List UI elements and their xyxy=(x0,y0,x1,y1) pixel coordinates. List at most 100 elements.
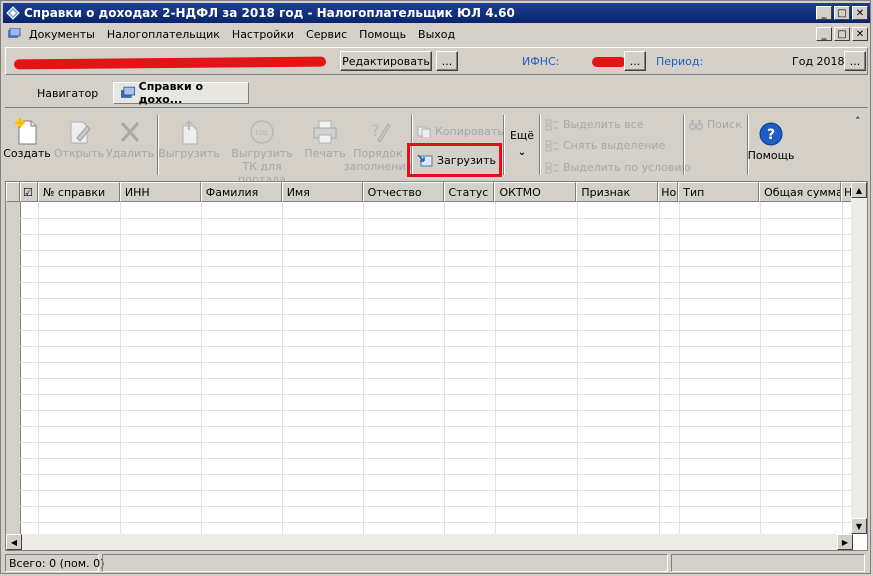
tab-bar: Навигатор Справки о дохо... xyxy=(5,79,868,108)
menu-documents[interactable]: Документы xyxy=(23,28,101,41)
gosuslugi-icon: ГОС xyxy=(250,120,274,144)
toolbar-separator xyxy=(683,115,685,175)
create-button[interactable]: Создать xyxy=(3,117,51,160)
scroll-down-button[interactable]: ▼ xyxy=(851,518,867,534)
grid-column-line xyxy=(760,202,761,550)
documents-tab-icon xyxy=(120,86,136,98)
help-circle-icon: ? xyxy=(759,122,783,146)
select-all-button[interactable]: Выделить все xyxy=(545,118,643,131)
grid-row-line xyxy=(20,506,855,507)
mdi-close-button[interactable]: ✕ xyxy=(852,27,868,41)
help-pencil-icon: ? xyxy=(371,121,391,143)
title-bar: Справки о доходах 2-НДФЛ за 2018 год - Н… xyxy=(3,3,870,23)
horizontal-scrollbar[interactable]: ◀ ▶ xyxy=(6,534,853,550)
col-inn[interactable]: ИНН xyxy=(119,182,201,202)
scroll-up-button[interactable]: ▲ xyxy=(851,182,867,198)
close-button[interactable]: ✕ xyxy=(852,6,868,20)
col-type[interactable]: Тип xyxy=(678,182,760,202)
copy-label: Копировать xyxy=(435,125,504,138)
fill-order-button[interactable]: ? Порядок заполнения xyxy=(344,117,412,173)
select-all-checkbox[interactable]: ☑ xyxy=(19,182,38,202)
deselect-label: Снять выделение xyxy=(563,139,666,152)
row-selector-header xyxy=(6,182,20,202)
menu-bar: Документы Налогоплательщик Настройки Сер… xyxy=(3,25,870,43)
scroll-right-button[interactable]: ▶ xyxy=(837,534,853,550)
delete-x-icon xyxy=(120,122,140,142)
deselect-icon xyxy=(545,140,558,151)
grid-column-line xyxy=(679,202,680,550)
col-oktmo[interactable]: ОКТМО xyxy=(494,182,577,202)
grid-row-line xyxy=(20,522,855,523)
table-header: ☑ № справки ИНН Фамилия Имя Отчество Ста… xyxy=(6,182,856,202)
col-surname[interactable]: Фамилия xyxy=(200,182,282,202)
menu-help[interactable]: Помощь xyxy=(353,28,412,41)
grid-row-line xyxy=(20,298,855,299)
grid-column-line xyxy=(282,202,283,550)
edit-taxpayer-button[interactable]: Редактировать xyxy=(340,51,432,71)
select-by-condition-label: Выделить по условию xyxy=(563,161,691,174)
grid-row-line xyxy=(20,218,855,219)
period-label: Период: xyxy=(656,55,704,68)
export-button[interactable]: Выгрузить xyxy=(158,117,220,160)
export-tk-button[interactable]: ГОС Выгрузить ТК для портала xyxy=(219,117,305,186)
col-status[interactable]: Статус xyxy=(443,182,495,202)
minimize-button[interactable]: _ xyxy=(816,6,832,20)
app-icon xyxy=(6,6,20,20)
mdi-restore-button[interactable]: □ xyxy=(834,27,850,41)
help-label: Помощь xyxy=(747,149,795,162)
status-panel-middle xyxy=(102,554,668,572)
col-total-income[interactable]: Общая сумма д xyxy=(759,182,842,202)
search-button[interactable]: Поиск xyxy=(689,118,742,131)
tab-navigator[interactable]: Навигатор xyxy=(13,82,109,104)
ifns-label: ИФНС: xyxy=(522,55,560,68)
grid-column-line xyxy=(201,202,202,550)
export-label: Выгрузить xyxy=(158,147,220,160)
col-cert-number[interactable]: № справки xyxy=(37,182,120,202)
print-button[interactable]: Печать xyxy=(303,117,347,160)
col-name[interactable]: Имя xyxy=(281,182,363,202)
vertical-scrollbar[interactable]: ▲ ▼ xyxy=(851,182,867,534)
col-number[interactable]: Ном xyxy=(658,182,679,202)
menu-service[interactable]: Сервис xyxy=(300,28,353,41)
help-button[interactable]: ? Помощь xyxy=(747,119,795,162)
main-window: Справки о доходах 2-НДФЛ за 2018 год - Н… xyxy=(0,0,871,574)
grid-row-line xyxy=(20,490,855,491)
collapse-ribbon-icon[interactable]: ˄ xyxy=(855,115,861,128)
delete-button[interactable]: Удалить xyxy=(105,117,155,160)
grid-column-line xyxy=(495,202,496,550)
select-by-condition-button[interactable]: Выделить по условию xyxy=(545,161,691,174)
menu-settings[interactable]: Настройки xyxy=(226,28,300,41)
export-icon xyxy=(182,120,198,145)
svg-text:?: ? xyxy=(767,127,775,143)
more-button[interactable]: Ещё ⌄ xyxy=(507,129,537,159)
taxpayer-dots-button[interactable]: ... xyxy=(436,51,458,71)
new-document-icon xyxy=(15,118,37,145)
ifns-dots-button[interactable]: ... xyxy=(624,51,646,71)
menu-taxpayer[interactable]: Налогоплательщик xyxy=(101,28,226,41)
create-label: Создать xyxy=(3,147,51,160)
grid-row-line xyxy=(20,394,855,395)
open-button[interactable]: Открыть xyxy=(54,117,104,160)
copy-button[interactable]: Копировать xyxy=(417,125,504,138)
deselect-button[interactable]: Снять выделение xyxy=(545,139,665,152)
period-dots-button[interactable]: ... xyxy=(844,51,866,71)
maximize-button[interactable]: □ xyxy=(834,6,850,20)
grid-row-line xyxy=(20,458,855,459)
period-value: Год 2018г xyxy=(792,55,851,68)
taxpayer-panel: Редактировать ... ИФНС: ... Период: Год … xyxy=(5,47,868,75)
select-all-label: Выделить все xyxy=(563,118,644,131)
scroll-left-button[interactable]: ◀ xyxy=(6,534,22,550)
grid-column-line xyxy=(659,202,660,550)
mdi-minimize-button[interactable]: _ xyxy=(816,27,832,41)
grid-row-line xyxy=(20,330,855,331)
tab-income-certificates[interactable]: Справки о дохо... xyxy=(113,80,249,106)
certificates-table[interactable]: ☑ № справки ИНН Фамилия Имя Отчество Ста… xyxy=(5,181,868,551)
grid-row-line xyxy=(20,410,855,411)
status-total: Всего: 0 (пом. 0) xyxy=(5,554,104,572)
toolbar-separator xyxy=(539,115,541,175)
toolbar-separator xyxy=(503,115,505,175)
col-sign[interactable]: Признак xyxy=(576,182,659,202)
grid-row-line xyxy=(20,314,855,315)
menu-exit[interactable]: Выход xyxy=(412,28,461,41)
col-patronymic[interactable]: Отчество xyxy=(362,182,444,202)
